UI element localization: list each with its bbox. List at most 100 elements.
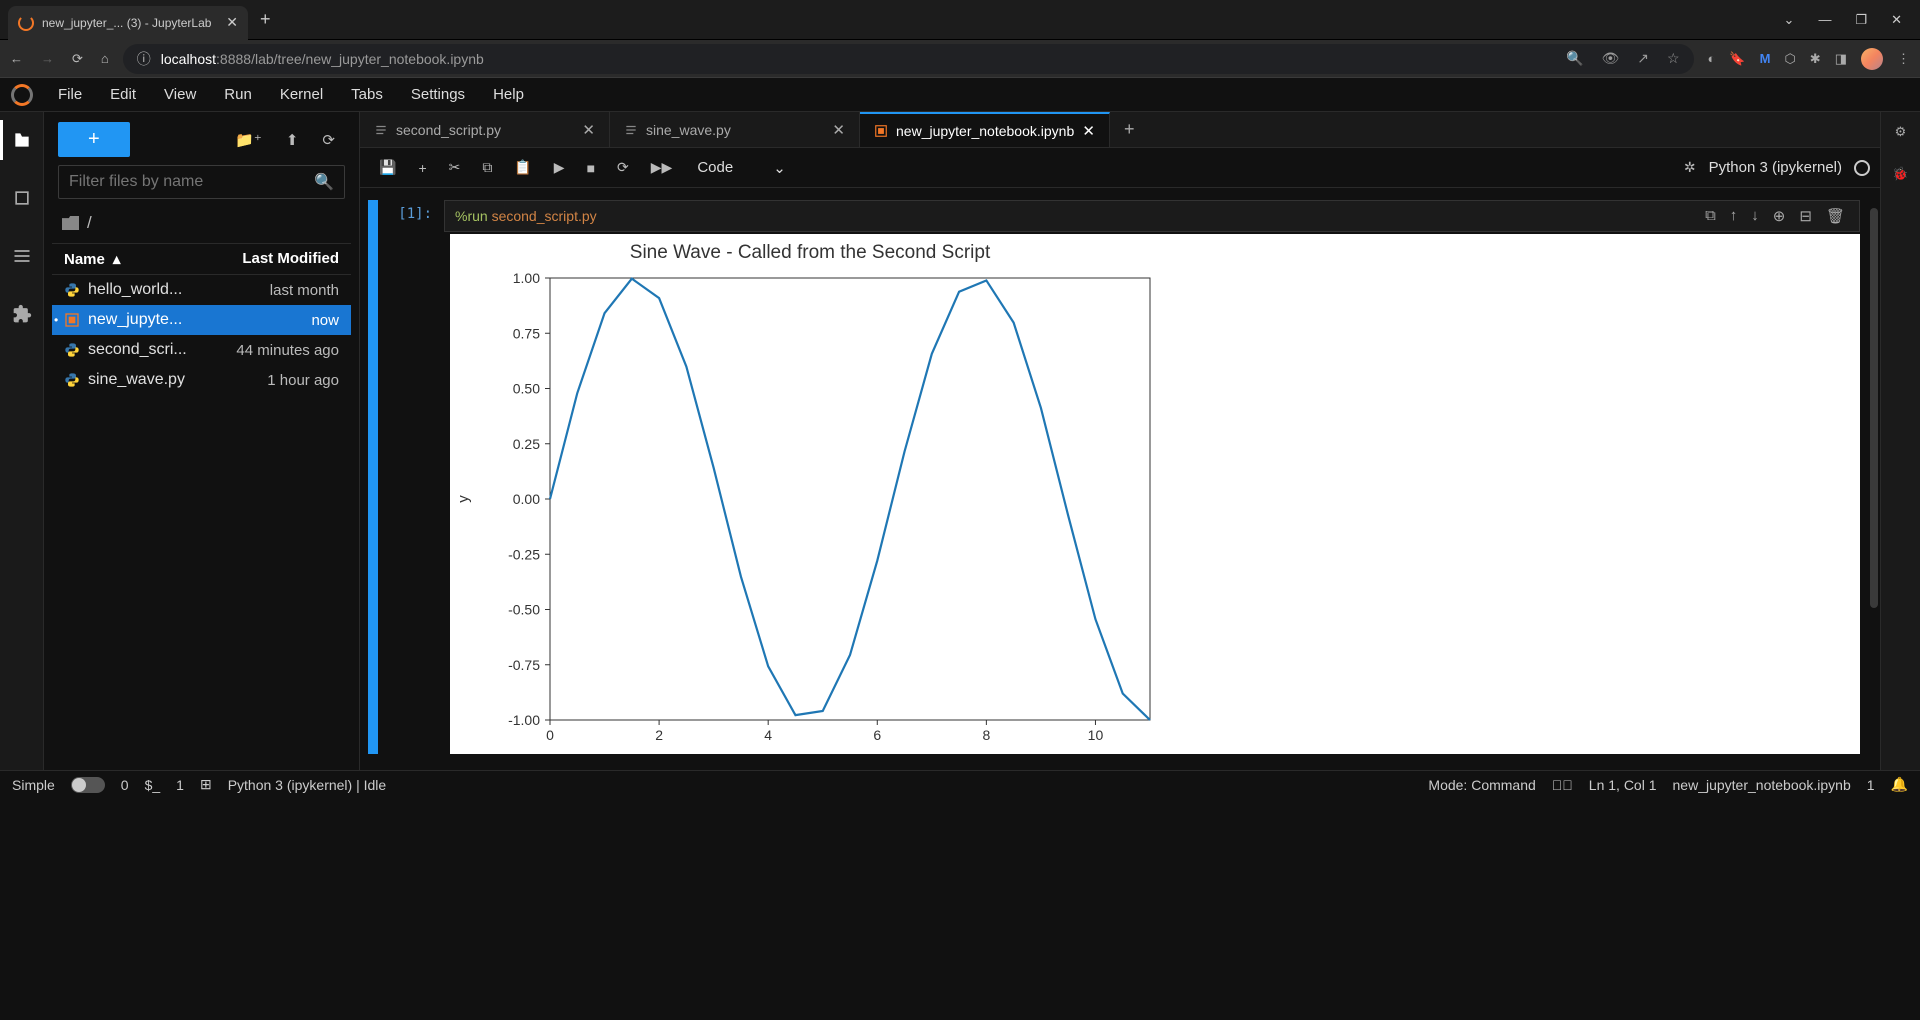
site-info-icon[interactable]: ⓘ [137, 49, 151, 69]
eye-off-icon[interactable]: 👁 [1601, 50, 1619, 67]
nav-buttons: ← → ⟳ ⌂ [10, 51, 109, 67]
new-folder-icon[interactable]: 📁⁺ [225, 125, 272, 155]
new-tab-button[interactable]: + [248, 9, 283, 30]
jupyter-logo-icon[interactable] [0, 78, 44, 112]
filebrowser-row[interactable]: sine_wave.py1 hour ago [52, 365, 351, 395]
cell[interactable]: [1]: %run second_script.py ⧉ ↑ ↓ ⊕ ⊟ 🗑 [368, 200, 1860, 754]
col-name[interactable]: Name [64, 251, 105, 268]
menu-kernel[interactable]: Kernel [266, 78, 337, 111]
menu-tabs[interactable]: Tabs [337, 78, 397, 111]
menu-settings[interactable]: Settings [397, 78, 479, 111]
svg-text:Sine Wave - Called from the Se: Sine Wave - Called from the Second Scrip… [630, 242, 991, 263]
zoom-icon[interactable]: 🔍 [1566, 50, 1583, 67]
restart-icon[interactable]: ⟳ [608, 153, 638, 182]
menu-file[interactable]: File [44, 78, 96, 111]
window-close-icon[interactable]: ✕ [1891, 12, 1902, 28]
copy-icon[interactable]: ⧉ [473, 153, 501, 182]
sidepanel-icon[interactable]: ◨ [1835, 51, 1847, 67]
col-modified[interactable]: Last Modified [242, 250, 339, 268]
close-icon[interactable]: ✕ [226, 14, 238, 31]
browser-tab[interactable]: new_jupyter_... (3) - JupyterLab ✕ [8, 6, 248, 40]
document-tab[interactable]: new_jupyter_notebook.ipynb✕ [860, 112, 1110, 147]
celltype-select[interactable]: Code⌄ [697, 159, 785, 177]
document-tab[interactable]: sine_wave.py✕ [610, 112, 860, 147]
back-icon[interactable]: ← [10, 51, 23, 66]
bug-icon[interactable]: ✲ [1675, 153, 1705, 182]
duplicate-icon[interactable]: ⧉ [1705, 207, 1716, 225]
cut-icon[interactable]: ✂ [440, 153, 470, 182]
file-modified: last month [270, 282, 339, 299]
cpu-icon[interactable]: ⊞ [200, 776, 212, 793]
m-icon[interactable]: M [1760, 51, 1771, 66]
delete-icon[interactable]: 🗑 [1826, 207, 1845, 225]
fastforward-icon[interactable]: ▶▶ [642, 153, 682, 182]
svg-text:8: 8 [982, 727, 990, 743]
kernel-indicator[interactable]: Python 3 (ipykernel) [1709, 159, 1870, 176]
debugger-icon[interactable]: 🐞 [1892, 166, 1908, 182]
url-bar[interactable]: ⓘ localhost:8888/lab/tree/new_jupyter_no… [123, 44, 1694, 74]
filebrowser-row[interactable]: new_jupyte...now [52, 305, 351, 335]
scrollbar[interactable] [1870, 208, 1878, 608]
save-icon[interactable]: 💾 [370, 153, 405, 182]
cell-active-bar [368, 200, 378, 754]
reload-icon[interactable]: ⟳ [72, 51, 83, 67]
contrast-icon[interactable]: ◐ [1708, 51, 1716, 66]
running-tab-icon[interactable] [0, 184, 43, 212]
paste-icon[interactable]: 📋 [505, 153, 540, 182]
cell-output: Sine Wave - Called from the Second Scrip… [450, 234, 1860, 754]
property-inspector-icon[interactable]: ⚙ [1895, 124, 1907, 140]
shield-icon[interactable]: ⬡ [1784, 51, 1795, 67]
menu-icon[interactable]: ⋮ [1897, 51, 1910, 67]
menu-edit[interactable]: Edit [96, 78, 150, 111]
cell-prompt: [1]: [384, 200, 432, 222]
refresh-icon[interactable]: ⟳ [312, 125, 345, 155]
menu-view[interactable]: View [150, 78, 210, 111]
minimize-icon[interactable]: — [1818, 12, 1831, 28]
upload-icon[interactable]: ⬆ [276, 125, 309, 155]
tab-close-icon[interactable]: ✕ [1082, 122, 1095, 140]
filter-input-wrapper[interactable]: 🔍 [58, 165, 345, 199]
filebrowser-tab-icon[interactable] [0, 126, 43, 154]
maximize-icon[interactable]: ❐ [1855, 12, 1867, 28]
filebrowser-header[interactable]: Name ▴ Last Modified [52, 243, 351, 275]
extensions-tab-icon[interactable] [0, 300, 43, 328]
avatar[interactable] [1861, 48, 1883, 70]
bookmark2-icon[interactable]: 🔖 [1729, 51, 1745, 67]
filebrowser-row[interactable]: hello_world...last month [52, 275, 351, 305]
bookmark-icon[interactable]: ☆ [1667, 50, 1680, 67]
home-icon[interactable]: ⌂ [101, 51, 109, 66]
breadcrumb[interactable]: / [52, 209, 351, 243]
chevron-down-icon[interactable]: ⌄ [1784, 12, 1795, 28]
kernel-circle-icon [1854, 160, 1870, 176]
toc-tab-icon[interactable] [0, 242, 43, 270]
menu-run[interactable]: Run [210, 78, 266, 111]
tab-close-icon[interactable]: ✕ [832, 121, 845, 139]
tab-close-icon[interactable]: ✕ [582, 121, 595, 139]
file-modified: 44 minutes ago [236, 342, 339, 359]
terminal-icon[interactable]: $_ [145, 777, 161, 793]
simple-toggle[interactable] [71, 777, 105, 793]
menu-help[interactable]: Help [479, 78, 538, 111]
bell-icon[interactable]: 🔔 [1891, 776, 1908, 793]
new-tab-plus[interactable]: + [1110, 112, 1149, 147]
new-launcher-button[interactable]: + [58, 122, 130, 157]
insert-above-icon[interactable]: ⊕ [1773, 207, 1786, 225]
share-icon[interactable]: ↗ [1637, 50, 1649, 67]
filebrowser-row[interactable]: second_scri...44 minutes ago [52, 335, 351, 365]
stop-icon[interactable]: ■ [578, 154, 604, 182]
mode-text: Mode: Command [1428, 777, 1535, 793]
code-input[interactable]: %run second_script.py ⧉ ↑ ↓ ⊕ ⊟ 🗑 [444, 200, 1860, 232]
svg-text:4: 4 [764, 727, 772, 743]
svg-text:0.00: 0.00 [513, 491, 540, 507]
document-tab[interactable]: second_script.py✕ [360, 112, 610, 147]
insert-cell-icon[interactable]: + [409, 154, 435, 182]
notebook-body[interactable]: [1]: %run second_script.py ⧉ ↑ ↓ ⊕ ⊟ 🗑 [360, 188, 1880, 770]
insert-below-icon[interactable]: ⊟ [1799, 207, 1812, 225]
move-down-icon[interactable]: ↓ [1751, 207, 1759, 225]
folder-icon [62, 216, 79, 230]
trust-icon[interactable]: ✓⃝ [1552, 777, 1573, 793]
move-up-icon[interactable]: ↑ [1730, 207, 1738, 225]
puzzle-icon[interactable]: ✱ [1810, 51, 1821, 67]
filter-input[interactable] [69, 173, 314, 191]
run-icon[interactable]: ▶ [545, 153, 574, 182]
